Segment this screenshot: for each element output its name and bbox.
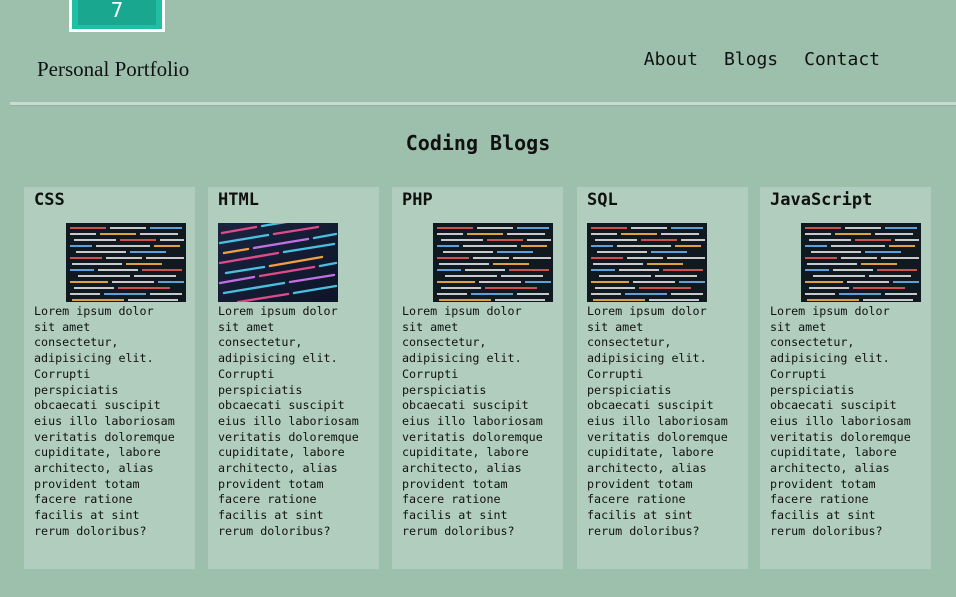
blog-card-css[interactable]: CSS Lorem ipsum dolor sit amet consectet… — [24, 187, 195, 569]
main-nav: About Blogs Contact — [644, 49, 880, 70]
card-text: Lorem ipsum dolor sit amet consectetur, … — [218, 304, 359, 538]
card-title: PHP — [402, 190, 433, 210]
card-title: HTML — [218, 190, 259, 210]
blog-card-php[interactable]: PHP Lorem ipsum dolor sit amet consectet… — [392, 187, 563, 569]
card-title: JavaScript — [770, 190, 873, 210]
logo-mark: 7 — [78, 0, 156, 25]
card-text: Lorem ipsum dolor sit amet consectetur, … — [402, 304, 543, 538]
blog-card-html[interactable]: HTML Lorem ipsum dolor sit amet consecte… — [208, 187, 379, 569]
code-thumbnail-image — [801, 223, 921, 302]
code-thumbnail-image — [433, 223, 553, 302]
blog-card-sql[interactable]: SQL Lorem ipsum dolor sit amet consectet… — [577, 187, 748, 569]
code-thumbnail-image — [218, 223, 338, 302]
code-thumbnail-image — [587, 223, 707, 302]
code-thumbnail-image — [66, 223, 186, 302]
nav-link-about[interactable]: About — [644, 49, 698, 70]
card-text: Lorem ipsum dolor sit amet consectetur, … — [34, 304, 175, 538]
blog-card-javascript[interactable]: JavaScript Lorem ipsum dolor sit amet co… — [760, 187, 931, 569]
card-text: Lorem ipsum dolor sit amet consectetur, … — [587, 304, 728, 538]
card-title: SQL — [587, 190, 618, 210]
logo[interactable]: 7 — [69, 0, 165, 32]
nav-link-blogs[interactable]: Blogs — [724, 49, 778, 70]
site-title: Personal Portfolio — [37, 57, 190, 81]
nav-link-contact[interactable]: Contact — [804, 49, 880, 70]
section-title: Coding Blogs — [405, 131, 551, 155]
header-divider — [10, 102, 956, 106]
card-text: Lorem ipsum dolor sit amet consectetur, … — [770, 304, 911, 538]
card-title: CSS — [34, 190, 65, 210]
